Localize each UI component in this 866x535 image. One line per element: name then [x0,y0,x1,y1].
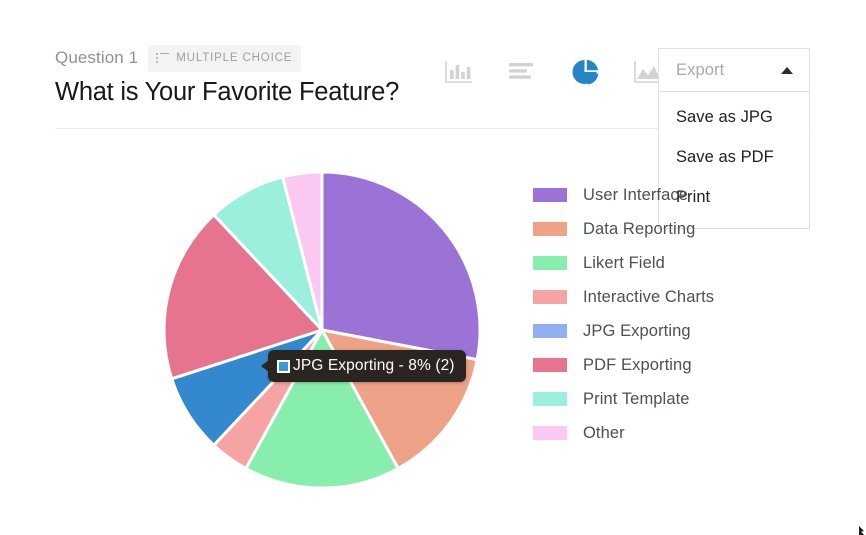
legend-color-swatch [533,392,567,406]
pie-chart [0,140,520,535]
legend-item[interactable]: Data Reporting [533,212,714,246]
mouse-cursor [859,526,864,535]
tooltip-color-swatch [277,359,290,373]
question-type-label: MULTIPLE CHOICE [176,52,293,64]
legend-item[interactable]: Interactive Charts [533,280,714,314]
legend-color-swatch [533,426,567,440]
legend-label: JPG Exporting [583,321,691,340]
legend-label: Other [583,423,625,442]
tooltip-text: JPG Exporting - 8% (2) [293,357,455,374]
legend-item[interactable]: Print Template [533,382,714,416]
pie-chart-svg[interactable] [0,140,520,535]
bar-chart-icon[interactable] [440,53,478,91]
horizontal-bar-chart-icon[interactable] [503,53,541,91]
page-title: What is Your Favorite Feature? [55,78,400,106]
question-type-badge: MULTIPLE CHOICE [148,44,302,72]
legend-color-swatch [533,324,567,338]
legend-label: Data Reporting [583,219,696,238]
pie-chart-icon[interactable] [566,53,604,91]
legend-color-swatch [533,290,567,304]
pie-slice[interactable] [320,170,482,362]
chart-type-toolbar [440,52,667,92]
legend-color-swatch [533,188,567,202]
legend-label: User Interface [583,185,689,204]
legend-item[interactable]: Likert Field [533,246,714,280]
legend-label: Print Template [583,389,690,408]
legend-item[interactable]: JPG Exporting [533,314,714,348]
legend-item[interactable]: User Interface [533,178,714,212]
chart-tooltip: JPG Exporting - 8% (2) [261,350,466,382]
legend-item[interactable]: PDF Exporting [533,348,714,382]
chart-legend: User Interface Data Reporting Likert Field… [533,178,714,450]
legend-label: Likert Field [583,253,665,272]
legend-item[interactable]: Other [533,416,714,450]
export-option-save-as-pdf[interactable]: Save as PDF [659,138,809,178]
export-select-trigger[interactable]: Export [658,48,810,92]
legend-color-swatch [533,256,567,270]
results-card: Question 1 MULTIPLE CHOICE What is Your … [0,0,866,535]
export-option-save-as-jpg[interactable]: Save as JPG [659,98,809,138]
export-placeholder-label: Export [676,60,725,79]
legend-label: Interactive Charts [583,287,715,306]
chevron-up-icon [781,66,793,74]
legend-label: PDF Exporting [583,355,692,374]
legend-color-swatch [533,222,567,236]
legend-color-swatch [533,358,567,372]
list-icon [156,52,170,64]
question-meta-row: Question 1 MULTIPLE CHOICE [55,44,302,72]
question-number-label: Question 1 [55,48,139,67]
